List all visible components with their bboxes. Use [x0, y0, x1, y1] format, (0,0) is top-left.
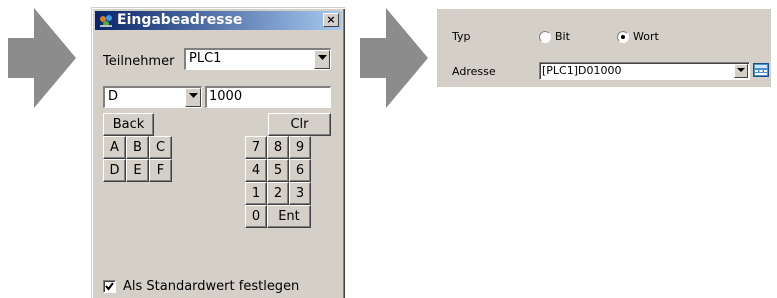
radio-wort[interactable]	[617, 31, 629, 43]
address-input[interactable]: 1000	[205, 86, 331, 108]
dropdown-arrow-icon	[318, 55, 327, 60]
key-b[interactable]: B	[126, 136, 149, 159]
key-c[interactable]: C	[149, 136, 172, 159]
address-settings-panel: Typ Bit Wort Adresse [PLC1]D01000	[437, 9, 771, 87]
checkmark-icon	[105, 282, 114, 291]
dropdown-arrow-icon	[737, 68, 745, 72]
type-label: Typ	[452, 30, 471, 43]
key-7[interactable]: 7	[245, 136, 267, 159]
key-4[interactable]: 4	[245, 159, 267, 182]
key-8[interactable]: 8	[267, 136, 289, 159]
arrow-right-icon	[360, 8, 428, 108]
clear-button[interactable]: Clr	[268, 113, 331, 136]
keypad-icon[interactable]	[753, 62, 769, 78]
address-select[interactable]: [PLC1]D01000	[539, 62, 750, 80]
radio-wort-label[interactable]: Wort	[633, 30, 659, 43]
app-icon	[100, 15, 112, 27]
key-1[interactable]: 1	[245, 182, 267, 205]
device-value: D	[108, 89, 119, 104]
participant-select[interactable]: PLC1	[184, 48, 331, 70]
default-checkbox[interactable]	[103, 280, 116, 293]
address-input-value: 1000	[209, 89, 243, 104]
dialog-title: Eingabeadresse	[117, 12, 243, 28]
radio-bit[interactable]	[539, 31, 551, 43]
key-5[interactable]: 5	[267, 159, 289, 182]
key-9[interactable]: 9	[289, 136, 311, 159]
close-button[interactable]: ×	[323, 13, 339, 27]
key-3[interactable]: 3	[289, 182, 311, 205]
close-icon: ×	[326, 13, 336, 26]
radio-bit-label[interactable]: Bit	[555, 30, 570, 43]
key-d[interactable]: D	[103, 159, 126, 182]
address-dropdown-button[interactable]	[734, 64, 748, 78]
enter-button[interactable]: Ent	[267, 205, 311, 228]
key-a[interactable]: A	[103, 136, 126, 159]
arrow-right-icon	[8, 8, 76, 108]
dropdown-arrow-icon	[189, 93, 198, 98]
default-checkbox-label: Als Standardwert festlegen	[123, 279, 300, 294]
address-label: Adresse	[452, 65, 496, 78]
input-address-dialog: Eingabeadresse × Teilnehmer PLC1 D 1000 …	[91, 7, 345, 298]
key-f[interactable]: F	[149, 159, 172, 182]
key-e[interactable]: E	[126, 159, 149, 182]
key-6[interactable]: 6	[289, 159, 311, 182]
participant-label: Teilnehmer	[103, 54, 175, 69]
address-select-value: [PLC1]D01000	[542, 64, 622, 77]
radio-selected-dot	[621, 35, 625, 39]
back-button[interactable]: Back	[103, 113, 154, 136]
device-dropdown-button[interactable]	[185, 88, 201, 107]
participant-value: PLC1	[189, 51, 222, 66]
key-0[interactable]: 0	[245, 205, 267, 228]
device-select[interactable]: D	[103, 86, 202, 108]
key-2[interactable]: 2	[267, 182, 289, 205]
dialog-titlebar[interactable]: Eingabeadresse ×	[95, 11, 342, 30]
participant-dropdown-button[interactable]	[314, 50, 330, 69]
